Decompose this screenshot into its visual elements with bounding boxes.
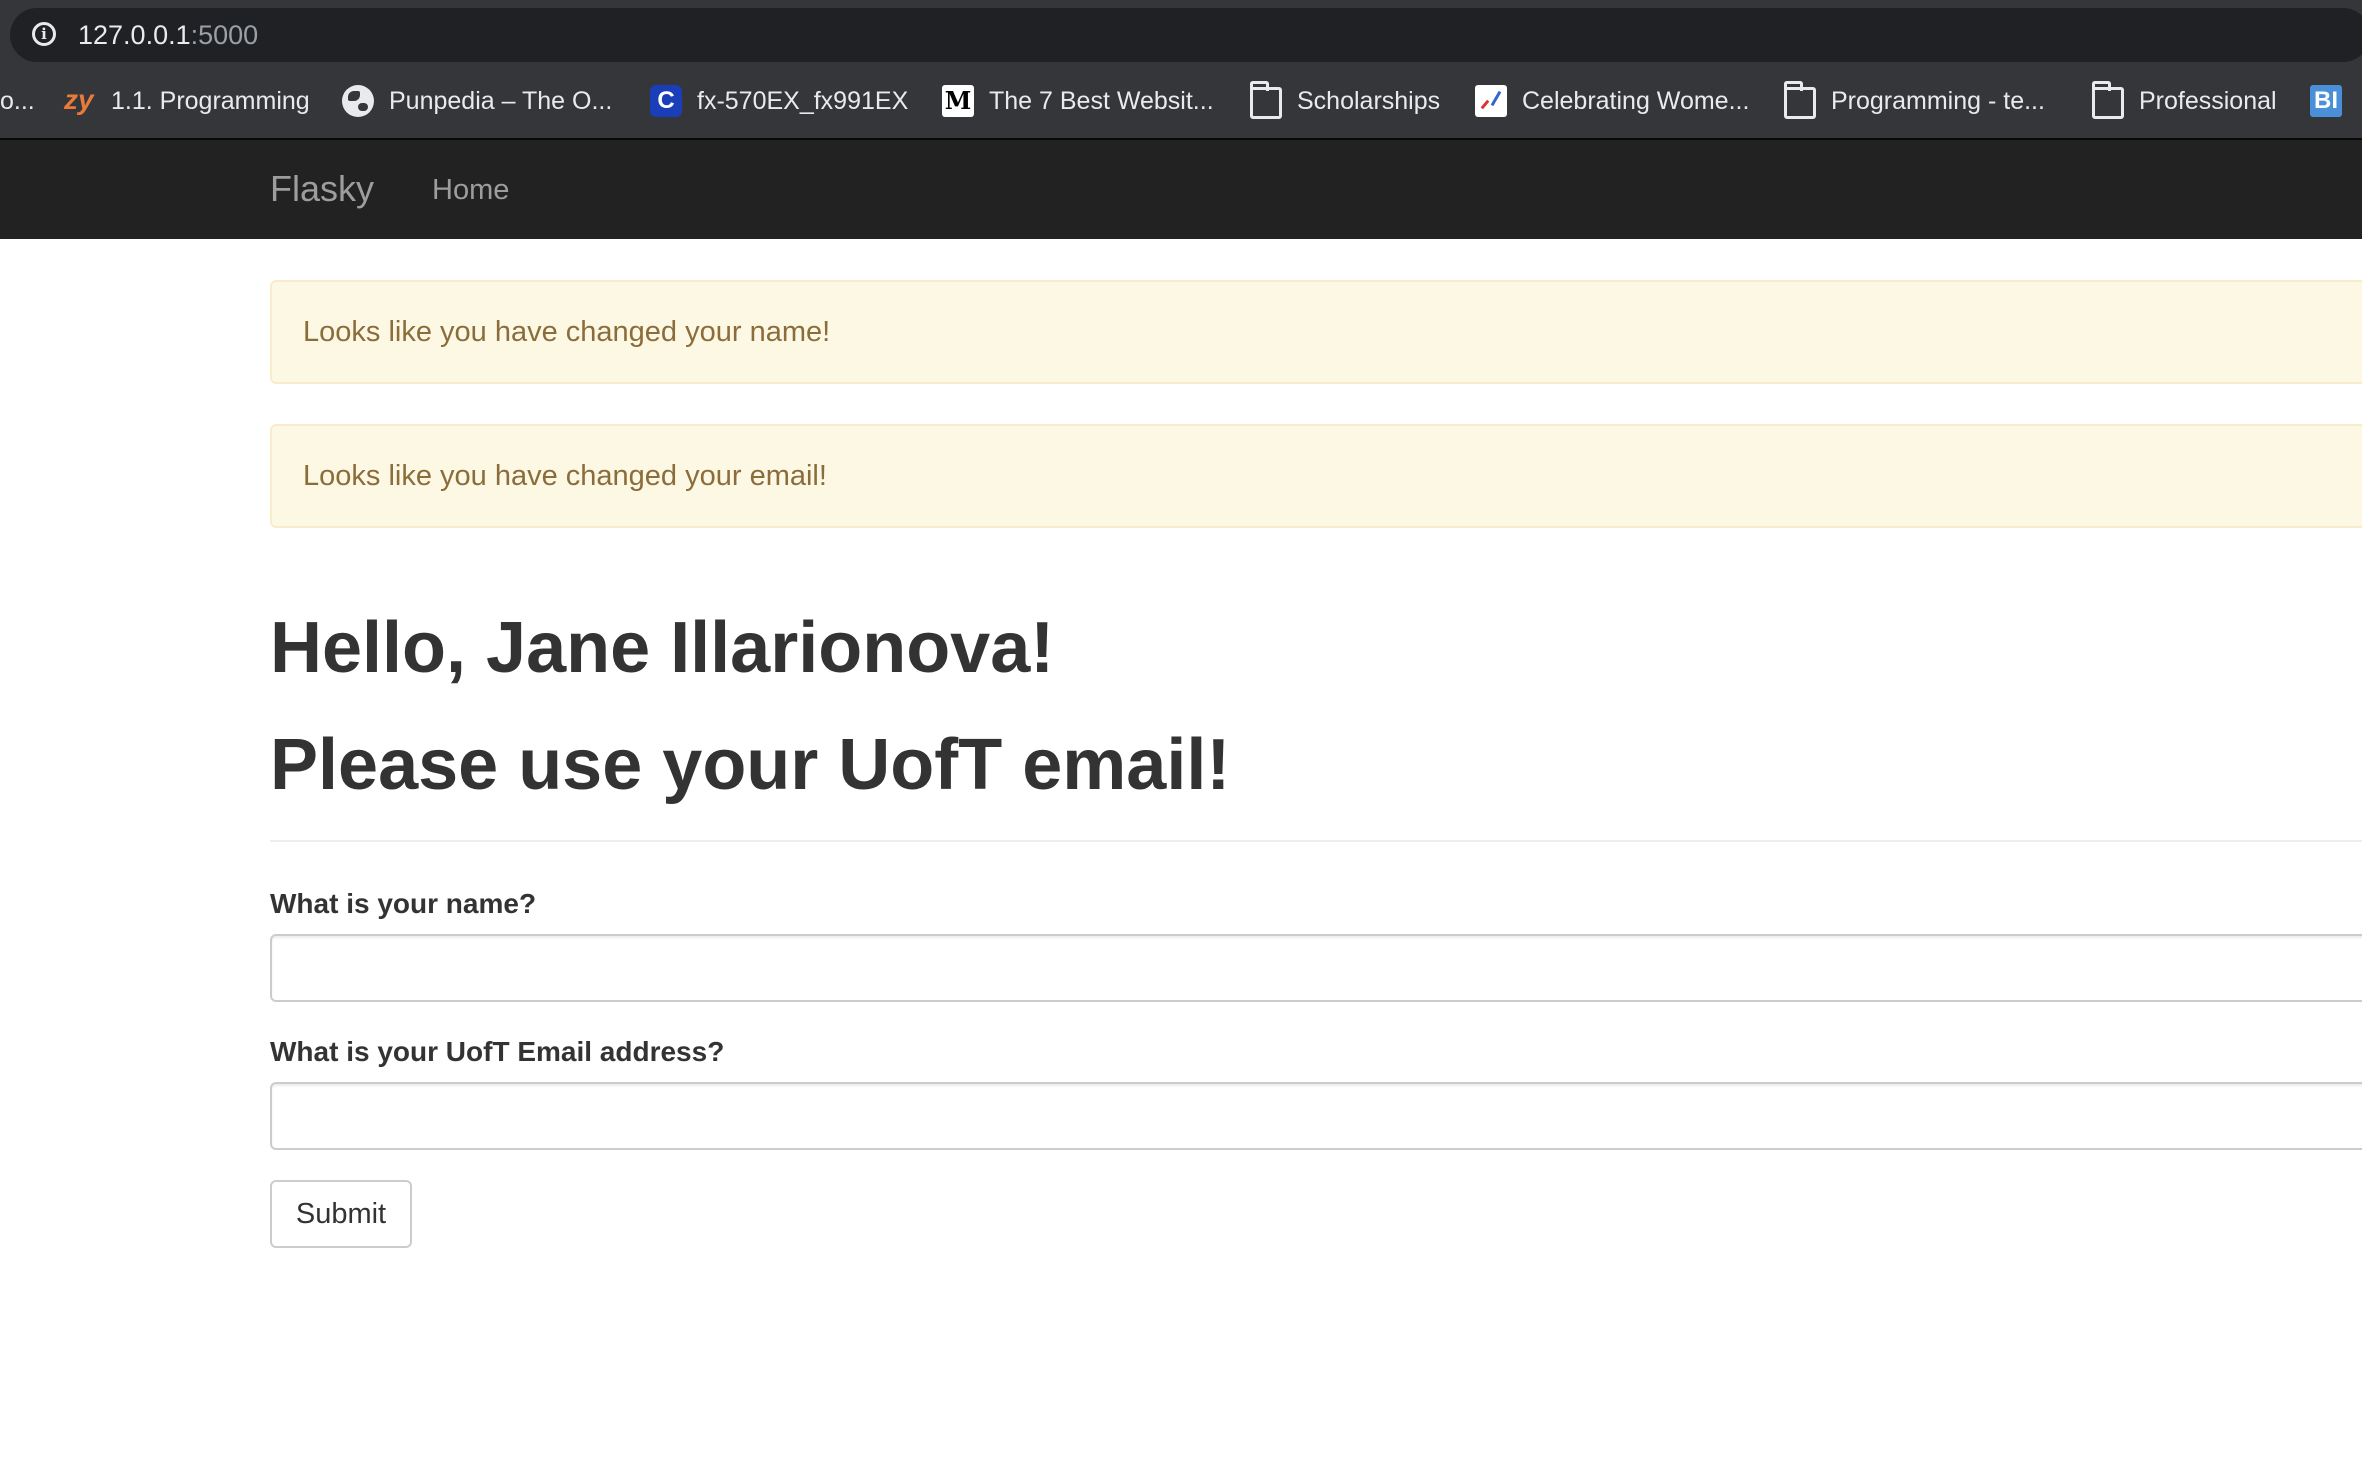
submit-button[interactable]: Submit xyxy=(270,1180,412,1248)
name-field[interactable] xyxy=(270,934,2362,1002)
globe-icon xyxy=(342,85,374,117)
nav-home-link[interactable]: Home xyxy=(432,171,509,209)
info-icon[interactable]: i xyxy=(32,22,56,46)
navbar: Flasky Home xyxy=(0,138,2362,239)
bookmark-label: Professional xyxy=(2139,86,2277,115)
bookmark-programming[interactable]: zy 1.1. Programming xyxy=(64,78,310,124)
c-logo-icon: C xyxy=(650,85,682,117)
bookmark-scholarships[interactable]: Scholarships xyxy=(1250,78,1440,124)
bookmark-celebrating-women[interactable]: Celebrating Wome... xyxy=(1475,78,1749,124)
bookmark-truncated[interactable]: o... xyxy=(0,78,35,124)
chart-icon xyxy=(1475,85,1507,117)
bookmark-professional[interactable]: Professional xyxy=(2092,78,2277,124)
name-label: What is your name? xyxy=(270,888,537,919)
bookmarks-bar: o... zy 1.1. Programming Punpedia – The … xyxy=(0,78,2362,124)
url-text[interactable]: 127.0.0.1:5000 xyxy=(78,20,258,50)
page-subheading: Please use your UofT email! xyxy=(270,725,1231,805)
url-host: 127.0.0.1 xyxy=(78,20,191,50)
alert-email-changed: Looks like you have changed your email! xyxy=(270,424,2362,528)
divider xyxy=(270,840,2362,842)
email-label: What is your UofT Email address? xyxy=(270,1036,725,1067)
bookmark-7-best-websites[interactable]: M The 7 Best Websit... xyxy=(942,78,1214,124)
folder-icon xyxy=(1784,81,1816,119)
address-bar[interactable]: i 127.0.0.1:5000 xyxy=(10,8,2362,62)
zybooks-icon: zy xyxy=(64,84,94,115)
bookmark-label: fx-570EX_fx991EX xyxy=(697,86,909,115)
email-field[interactable] xyxy=(270,1082,2362,1150)
bookmark-label: 1.1. Programming xyxy=(111,86,310,115)
bookmark-programming-folder[interactable]: Programming - te... xyxy=(1784,78,2045,124)
medium-icon: M xyxy=(942,85,974,117)
url-port: :5000 xyxy=(190,20,259,50)
bookmark-label: o... xyxy=(0,86,35,115)
folder-icon xyxy=(1250,81,1282,119)
bi-icon: BI xyxy=(2310,85,2342,117)
alert-name-changed: Looks like you have changed your name! xyxy=(270,280,2362,384)
bookmark-fx570ex[interactable]: C fx-570EX_fx991EX xyxy=(650,78,908,124)
bookmark-label: Punpedia – The O... xyxy=(389,86,613,115)
bookmark-label: The 7 Best Websit... xyxy=(989,86,1214,115)
folder-icon xyxy=(2092,81,2124,119)
bookmark-punpedia[interactable]: Punpedia – The O... xyxy=(342,78,612,124)
page-title: Hello, Jane Illarionova! xyxy=(270,608,1055,688)
browser-chrome: i 127.0.0.1:5000 o... zy 1.1. Programmin… xyxy=(0,0,2362,138)
bookmark-label: Programming - te... xyxy=(1831,86,2045,115)
bookmark-label: Celebrating Wome... xyxy=(1522,86,1750,115)
bookmark-label: Scholarships xyxy=(1297,86,1441,115)
brand-link[interactable]: Flasky xyxy=(270,164,374,214)
bookmark-bi[interactable]: BI xyxy=(2310,78,2357,124)
